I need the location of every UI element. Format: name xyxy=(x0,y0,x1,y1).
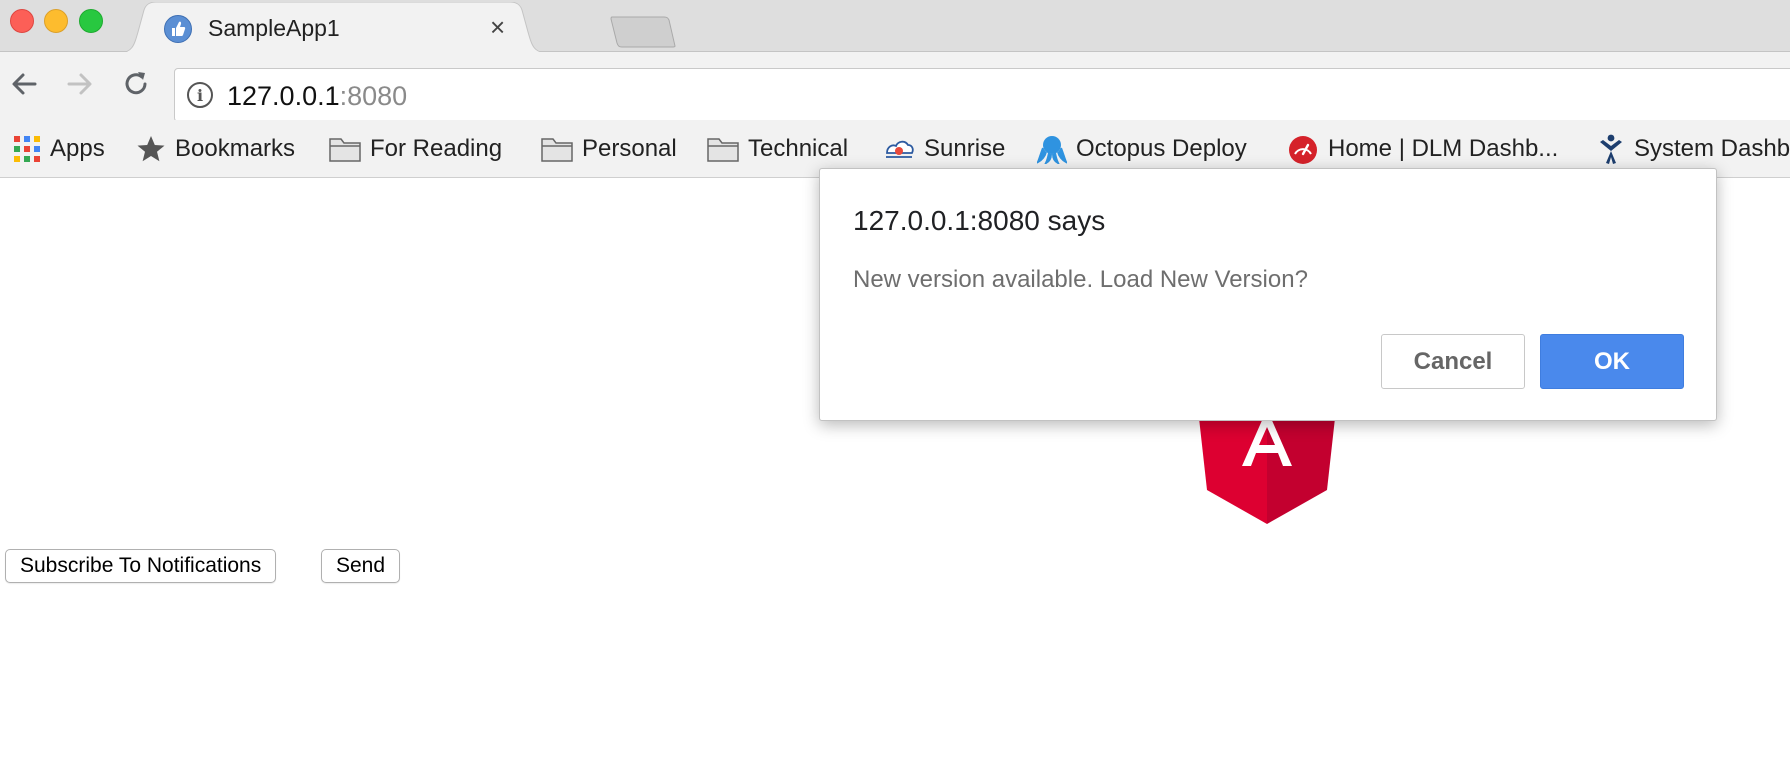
bookmark-label: Octopus Deploy xyxy=(1076,135,1247,162)
url-host: 127.0.0.1 xyxy=(227,81,340,111)
bookmark-personal[interactable]: Personal xyxy=(541,134,677,164)
bookmark-apps[interactable]: Apps xyxy=(13,134,105,164)
bookmark-label: For Reading xyxy=(370,135,503,162)
bookmark-label: Personal xyxy=(582,135,677,162)
sunrise-icon xyxy=(883,135,915,163)
send-button[interactable]: Send xyxy=(321,549,401,583)
bookmark-label: Home | DLM Dashb... xyxy=(1328,135,1559,162)
subscribe-notifications-button[interactable]: Subscribe To Notifications xyxy=(5,549,277,583)
bookmark-dlm-dashboard[interactable]: Home | DLM Dashb... xyxy=(1287,134,1558,164)
url-port: :8080 xyxy=(339,81,408,111)
back-arrow-icon xyxy=(12,73,37,95)
dlm-dashboard-icon xyxy=(1287,134,1319,164)
bookmark-sunrise[interactable]: Sunrise xyxy=(883,134,1005,164)
bookmark-bookmarks[interactable]: Bookmarks xyxy=(136,134,295,164)
bookmark-octopus-deploy[interactable]: Octopus Deploy xyxy=(1037,134,1247,164)
bookmark-label: Bookmarks xyxy=(175,135,296,162)
ok-button[interactable]: OK xyxy=(1540,334,1684,389)
url-text[interactable]: 127.0.0.1:8080 xyxy=(227,81,407,112)
window-close-button[interactable] xyxy=(10,9,34,33)
bookmark-technical[interactable]: Technical xyxy=(707,134,848,164)
folder-icon xyxy=(707,136,739,162)
address-bar[interactable]: i 127.0.0.1:8080 xyxy=(174,68,1790,122)
bookmark-label: Apps xyxy=(50,135,105,162)
apps-grid-icon xyxy=(13,135,41,163)
reload-button[interactable] xyxy=(118,66,154,102)
tab-strip: SampleApp1 × xyxy=(0,0,1790,53)
dialog-title: 127.0.0.1:8080 says xyxy=(853,205,1106,236)
tab-close-icon[interactable]: × xyxy=(490,13,505,41)
new-tab-button[interactable] xyxy=(610,16,676,48)
forward-button[interactable] xyxy=(62,66,98,102)
bookmark-label: Technical xyxy=(748,135,849,162)
reload-icon xyxy=(125,72,147,95)
cancel-button[interactable]: Cancel xyxy=(1381,334,1525,389)
tab-title: SampleApp1 xyxy=(208,15,340,41)
site-info-icon[interactable]: i xyxy=(187,82,213,108)
system-dashboard-icon xyxy=(1597,133,1625,165)
octopus-icon xyxy=(1037,134,1067,164)
folder-icon xyxy=(329,136,361,162)
bookmark-label: Sunrise xyxy=(924,135,1006,162)
bookmark-label: System Dashb xyxy=(1634,135,1790,162)
dialog-message: New version available. Load New Version? xyxy=(853,266,1308,293)
star-icon xyxy=(136,134,166,164)
alert-dialog: 127.0.0.1:8080 says New version availabl… xyxy=(819,168,1717,421)
folder-icon xyxy=(541,136,573,162)
angular-logo xyxy=(1198,409,1336,524)
window-maximize-button[interactable] xyxy=(79,9,103,33)
thumbs-up-favicon-icon xyxy=(164,15,192,43)
window-minimize-button[interactable] xyxy=(44,9,68,33)
browser-toolbar: i 127.0.0.1:8080 xyxy=(0,52,1790,122)
forward-arrow-icon xyxy=(67,73,92,95)
back-button[interactable] xyxy=(6,66,42,102)
tab-active[interactable]: SampleApp1 × xyxy=(118,2,548,53)
bookmark-for-reading[interactable]: For Reading xyxy=(329,134,502,164)
bookmark-system-dashboard[interactable]: System Dashb xyxy=(1597,134,1790,164)
